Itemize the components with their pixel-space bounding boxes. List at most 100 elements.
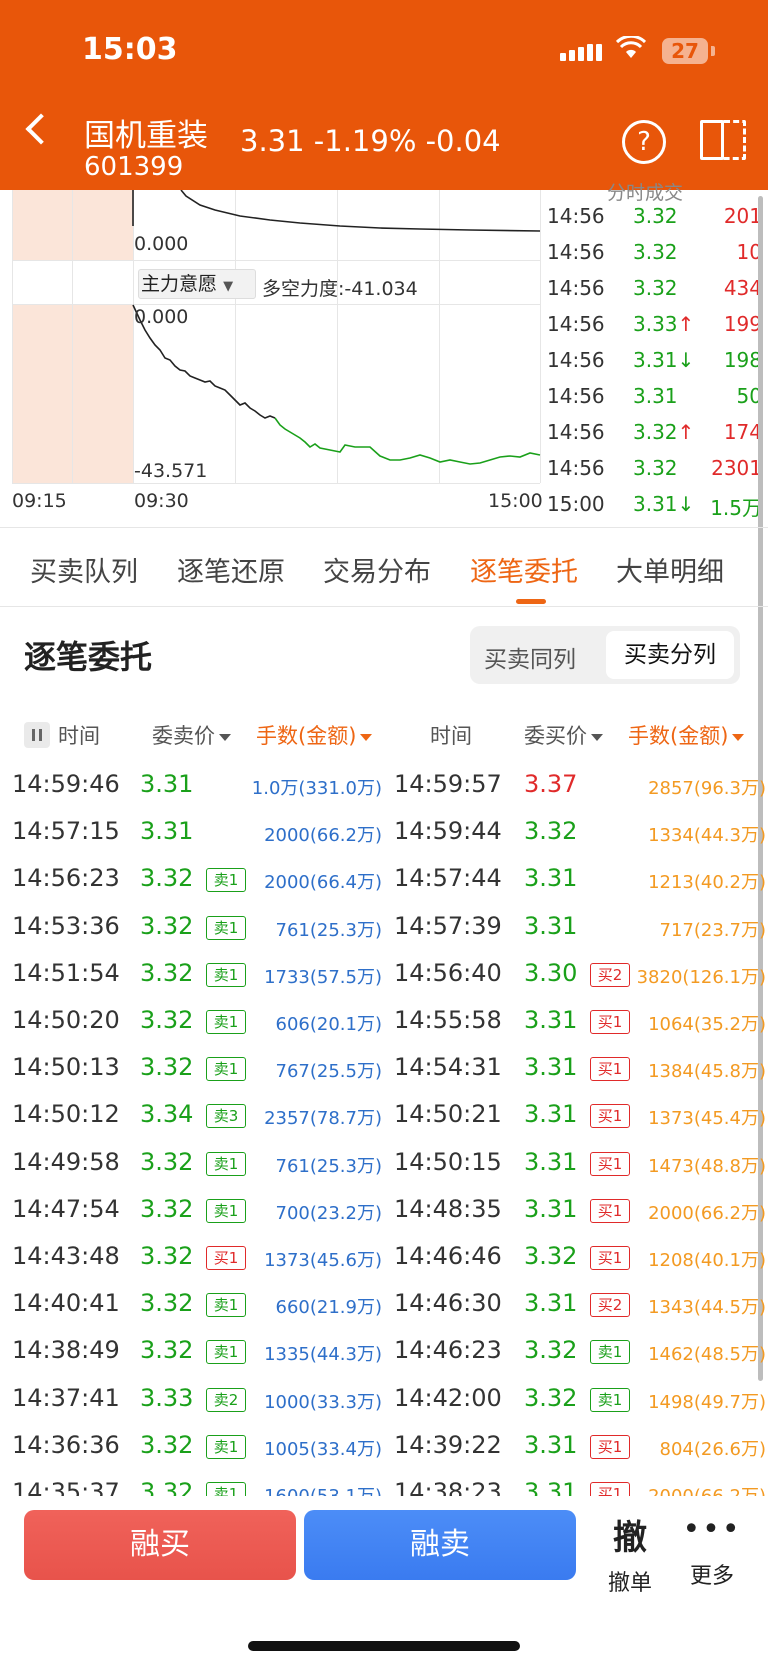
sell-time: 14:36:36 bbox=[12, 1430, 120, 1459]
buy-price: 3.31 bbox=[524, 1006, 578, 1034]
sort-caret-icon bbox=[360, 733, 373, 741]
buy-time: 14:48:35 bbox=[394, 1194, 502, 1223]
header-sell-price[interactable]: 委卖价 bbox=[152, 720, 231, 750]
toggle-same-column[interactable]: 买卖同列 bbox=[484, 640, 576, 674]
sell-time: 14:57:15 bbox=[12, 817, 120, 846]
margin-sell-button[interactable]: 融卖 bbox=[304, 1510, 576, 1580]
sell-level-badge: 卖1 bbox=[206, 1434, 246, 1459]
table-row[interactable]: 14:38:49 3.32 卖1 1335(44.3万) 14:46:23 3.32 卖1 1… bbox=[0, 1328, 768, 1375]
header-sell-volume[interactable]: 手数(金额) bbox=[256, 720, 373, 750]
header-buy-price[interactable]: 委买价 bbox=[524, 720, 603, 750]
tick-row: 14:56 3.31↓ 198 bbox=[545, 348, 768, 384]
indicator-dropdown[interactable]: 主力意愿 ▼ bbox=[138, 269, 256, 299]
table-row[interactable]: 14:51:54 3.32 卖1 1733(57.5万) 14:56:40 3.30 买2 3… bbox=[0, 951, 768, 998]
toggle-split-columns[interactable]: 买卖分列 bbox=[606, 631, 734, 679]
stock-price-change: 3.31 -1.19% -0.04 bbox=[240, 124, 501, 158]
sell-price: 3.32 bbox=[140, 1006, 194, 1034]
tick-price-value: 3.33 bbox=[633, 312, 678, 336]
buy-volume: 3820(126.1万) bbox=[636, 966, 766, 988]
layout-toggle[interactable]: 买卖同列 买卖分列 bbox=[470, 626, 740, 684]
battery-tip bbox=[711, 46, 715, 56]
sell-price: 3.32 bbox=[140, 1194, 194, 1223]
tick-row: 14:56 3.32 2301 bbox=[545, 456, 768, 492]
table-row[interactable]: 14:49:58 3.32 卖1 761(25.3万) 14:50:15 3.31 买1 14… bbox=[0, 1140, 768, 1187]
buy-volume: 2000(66.2万) bbox=[648, 1482, 766, 1496]
sell-volume: 1373(45.6万) bbox=[264, 1250, 382, 1271]
header-buy-volume[interactable]: 手数(金额) bbox=[628, 720, 745, 750]
wifi-icon bbox=[615, 34, 647, 67]
sell-time: 14:50:13 bbox=[12, 1053, 120, 1082]
sort-caret-icon bbox=[732, 733, 745, 741]
switch-view-icon[interactable] bbox=[700, 118, 748, 162]
sell-volume: 2000(66.2万) bbox=[264, 825, 382, 847]
buy-time: 14:50:21 bbox=[394, 1100, 502, 1129]
bottom-action-bar: 融买 融卖 撤 撤单 ••• 更多 bbox=[0, 1496, 768, 1663]
tab-bar: 买卖队列 逐笔还原 交易分布 逐笔委托 大单明细 bbox=[0, 527, 768, 607]
buy-volume: 1384(45.8万) bbox=[648, 1061, 766, 1083]
table-row[interactable]: 14:50:13 3.32 卖1 767(25.5万) 14:54:31 3.31 买1 13… bbox=[0, 1045, 768, 1092]
sell-volume: 700(23.2万) bbox=[275, 1202, 382, 1224]
pause-icon[interactable] bbox=[24, 722, 50, 748]
help-icon[interactable]: ? bbox=[622, 120, 666, 164]
table-row[interactable]: 14:50:20 3.32 卖1 606(20.1万) 14:55:58 3.31 买1 10… bbox=[0, 998, 768, 1045]
sell-level-badge: 卖3 bbox=[206, 1104, 246, 1129]
sell-time: 14:53:36 bbox=[12, 911, 120, 940]
margin-buy-button[interactable]: 融买 bbox=[24, 1510, 296, 1580]
sell-time: 14:37:41 bbox=[12, 1383, 120, 1412]
sell-time: 14:43:48 bbox=[12, 1242, 120, 1270]
sell-price: 3.34 bbox=[140, 1100, 194, 1129]
table-row[interactable]: 14:43:48 3.32 买1 1373(45.6万) 14:46:46 3.32 买1 1… bbox=[0, 1234, 768, 1281]
sell-volume: 1.0万(331.0万) bbox=[251, 778, 382, 799]
sell-volume-label: 手数(金额) bbox=[256, 724, 357, 748]
buy-price: 3.30 bbox=[524, 958, 578, 987]
tab-distribution[interactable]: 交易分布 bbox=[323, 550, 431, 589]
table-row[interactable]: 14:35:37 3.32 卖1 1600(53.1万) 14:38:23 3.31 买1 2… bbox=[0, 1470, 768, 1496]
buy-price: 3.31 bbox=[524, 1289, 578, 1318]
buy-volume: 1373(45.4万) bbox=[648, 1108, 766, 1130]
table-row[interactable]: 14:50:12 3.34 卖3 2357(78.7万) 14:50:21 3.31 买1 1… bbox=[0, 1092, 768, 1139]
tab-large-orders[interactable]: 大单明细 bbox=[616, 550, 724, 589]
buy-price: 3.31 bbox=[524, 864, 578, 893]
back-arrow-icon[interactable] bbox=[25, 113, 57, 145]
intraday-chart[interactable]: 0.000 主力意愿 ▼ 多空力度:-41.034 0.000 -43.571 … bbox=[0, 190, 545, 525]
sell-level-badge: 卖1 bbox=[206, 1151, 246, 1176]
table-row[interactable]: 14:40:41 3.32 卖1 660(21.9万) 14:46:30 3.31 买2 13… bbox=[0, 1281, 768, 1328]
buy-level-badge: 卖1 bbox=[590, 1387, 630, 1412]
buy-time: 14:59:44 bbox=[394, 817, 502, 846]
tab-queue[interactable]: 买卖队列 bbox=[30, 550, 138, 589]
buy-price: 3.32 bbox=[524, 1383, 578, 1412]
buy-price: 3.32 bbox=[524, 1336, 578, 1365]
buy-time: 14:55:58 bbox=[394, 1006, 502, 1034]
sell-price: 3.32 bbox=[140, 1336, 194, 1365]
buy-level-badge: 买1 bbox=[590, 1151, 630, 1176]
buy-price: 3.31 bbox=[524, 1147, 578, 1176]
tick-time: 14:56 bbox=[547, 348, 605, 372]
tick-list-title: 分时成交 bbox=[607, 182, 684, 204]
buy-time: 14:42:00 bbox=[394, 1383, 502, 1412]
table-row[interactable]: 14:37:41 3.33 卖2 1000(33.3万) 14:42:00 3.32 卖1 1… bbox=[0, 1376, 768, 1423]
sell-time: 14:50:20 bbox=[12, 1006, 120, 1034]
table-row[interactable]: 14:59:46 3.31 1.0万(331.0万) 14:59:57 3.37 2857… bbox=[0, 762, 768, 809]
tick-volume: 174 bbox=[723, 420, 762, 444]
tick-trade-list[interactable]: 分时成交 14:56 3.32 201 14:56 3.32 10 14:56 3.32 434… bbox=[545, 182, 768, 525]
intraday-lines bbox=[132, 190, 541, 465]
tick-time: 15:00 bbox=[547, 492, 605, 516]
stock-code: 601399 bbox=[84, 152, 184, 182]
cellular-signal-icon bbox=[560, 42, 605, 61]
buy-level-badge: 卖1 bbox=[590, 1340, 630, 1365]
buy-volume-label: 手数(金额) bbox=[628, 724, 729, 748]
sell-price: 3.32 bbox=[140, 1242, 194, 1270]
cancel-order-button[interactable]: 撤 撤单 bbox=[600, 1510, 660, 1597]
table-row[interactable]: 14:57:15 3.31 2000(66.2万) 14:59:44 3.32 1334(… bbox=[0, 809, 768, 856]
tab-order-by-order[interactable]: 逐笔委托 bbox=[470, 550, 578, 589]
sell-volume: 660(21.9万) bbox=[275, 1297, 382, 1319]
more-button[interactable]: ••• 更多 bbox=[682, 1510, 742, 1590]
tab-tick-restore[interactable]: 逐笔还原 bbox=[177, 550, 285, 589]
table-row[interactable]: 14:36:36 3.32 卖1 1005(33.4万) 14:39:22 3.31 买1 8… bbox=[0, 1423, 768, 1470]
table-row[interactable]: 14:53:36 3.32 卖1 761(25.3万) 14:57:39 3.31 717(… bbox=[0, 904, 768, 951]
table-row[interactable]: 14:56:23 3.32 卖1 2000(66.4万) 14:57:44 3.31 121… bbox=[0, 856, 768, 903]
table-row[interactable]: 14:47:54 3.32 卖1 700(23.2万) 14:48:35 3.31 买1 20… bbox=[0, 1187, 768, 1234]
order-table[interactable]: 14:59:46 3.31 1.0万(331.0万) 14:59:57 3.37 2857… bbox=[0, 762, 768, 1496]
buy-time: 14:46:30 bbox=[394, 1289, 502, 1318]
sell-volume: 1000(33.3万) bbox=[264, 1391, 382, 1413]
